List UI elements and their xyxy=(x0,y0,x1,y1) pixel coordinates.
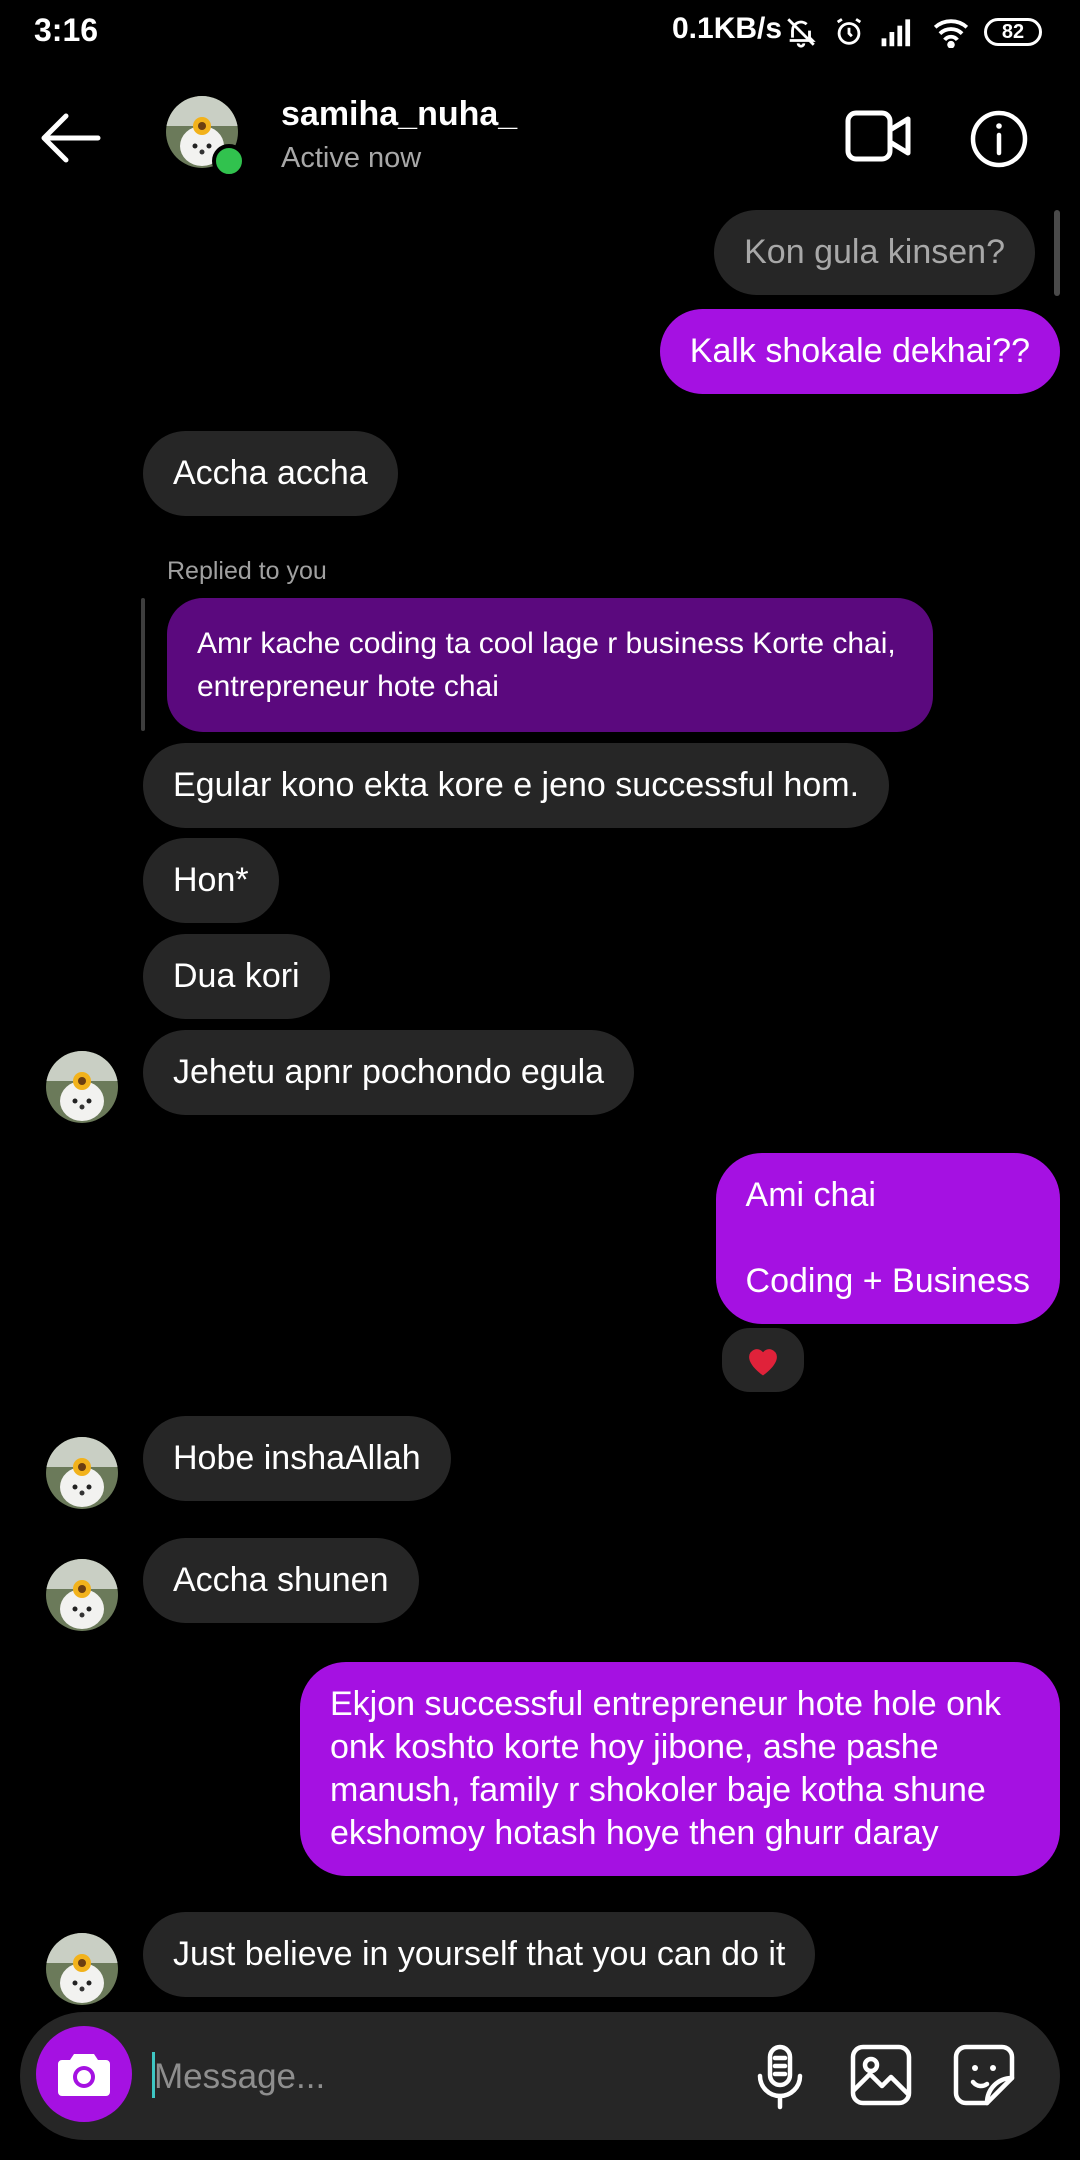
message-received[interactable]: Egular kono ekta kore e jeno successful … xyxy=(143,743,890,828)
back-arrow-icon[interactable] xyxy=(38,110,102,166)
heart-icon xyxy=(749,1349,777,1376)
reply-indicator-line xyxy=(141,598,145,731)
signal-icon xyxy=(881,19,911,47)
chat-username[interactable]: samiha_nuha_ xyxy=(281,95,517,134)
camera-button[interactable] xyxy=(36,2026,132,2122)
dog-avatar-icon xyxy=(46,1559,118,1631)
dog-avatar-icon xyxy=(46,1933,118,2005)
network-speed: 0.1KB/s xyxy=(672,12,783,45)
quoted-message[interactable]: Amr kache coding ta cool lage r business… xyxy=(167,598,933,732)
alarm-icon xyxy=(836,18,862,45)
message-received[interactable]: Hobe inshaAllah xyxy=(143,1416,451,1501)
message-input[interactable] xyxy=(152,2046,716,2108)
message-received[interactable]: Accha accha xyxy=(143,431,398,516)
wifi-icon xyxy=(933,19,969,48)
message-received[interactable]: Jehetu apnr pochondo egula xyxy=(143,1030,635,1115)
message-received[interactable]: Hon* xyxy=(143,838,279,923)
camera-icon xyxy=(58,2054,110,2096)
status-time: 3:16 xyxy=(34,12,99,48)
online-indicator xyxy=(212,144,246,178)
mute-bell-icon xyxy=(787,18,816,48)
gallery-icon[interactable] xyxy=(850,2044,912,2106)
scrollbar[interactable] xyxy=(1054,210,1060,296)
message-sent[interactable]: Kalk shokale dekhai?? xyxy=(659,309,1060,394)
info-icon[interactable] xyxy=(970,110,1028,168)
message-sent[interactable]: Kon gula kinsen? xyxy=(714,210,1035,295)
message-sent[interactable]: Ami chai Coding + Business xyxy=(715,1153,1060,1324)
message-received[interactable]: Dua kori xyxy=(143,934,330,1019)
video-call-icon[interactable] xyxy=(845,110,911,162)
message-received[interactable]: Accha shunen xyxy=(143,1538,419,1623)
battery-indicator: 82 xyxy=(984,18,1042,46)
sender-avatar[interactable] xyxy=(46,1933,118,2005)
reply-label: Replied to you xyxy=(167,557,327,585)
sender-avatar[interactable] xyxy=(46,1559,118,1631)
microphone-icon[interactable] xyxy=(750,2044,810,2110)
status-icons: 82 xyxy=(784,12,1042,52)
message-reaction[interactable] xyxy=(718,1324,808,1396)
sender-avatar[interactable] xyxy=(46,1437,118,1509)
sender-avatar[interactable] xyxy=(46,1051,118,1123)
dog-avatar-icon xyxy=(46,1051,118,1123)
dog-avatar-icon xyxy=(46,1437,118,1509)
message-sent[interactable]: Ekjon successful entrepreneur hote hole … xyxy=(300,1662,1060,1876)
message-received[interactable]: Just believe in yourself that you can do… xyxy=(143,1912,816,1997)
activity-status: Active now xyxy=(281,142,422,174)
sticker-icon[interactable] xyxy=(953,2044,1015,2106)
